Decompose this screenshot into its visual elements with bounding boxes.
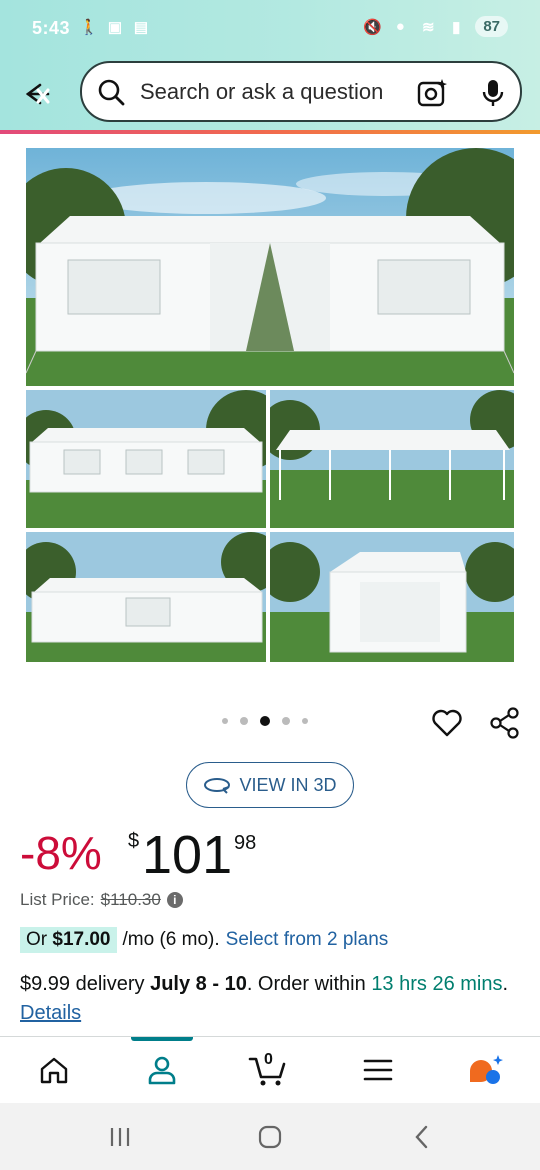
header: 5:43 🚶 ▣ ▤ 🔇 ● ≋ ▮ 87 Search or ask a qu… [0,0,540,132]
status-bar: 5:43 🚶 ▣ ▤ 🔇 ● ≋ ▮ 87 [0,0,540,58]
recent-apps-button[interactable] [100,1121,140,1153]
battery-level: 87 [475,16,508,37]
price-currency: $ [128,830,140,852]
monthly-or: Or [26,929,48,950]
monthly-term: /mo (6 mo). [122,929,220,950]
list-price: List Price: $110.30 i [20,890,183,910]
delivery-period: . [502,973,509,995]
delivery-time-left: 13 hrs 26 mins [371,973,503,995]
cart-count: 0 [264,1051,273,1068]
product-image-thumb-2[interactable] [270,390,514,528]
list-price-value: $110.30 [100,890,161,909]
heart-icon[interactable] [430,706,464,740]
nav-cart[interactable]: 0 [233,1037,303,1103]
menu-icon [363,1059,393,1081]
carousel-dot[interactable] [282,717,290,725]
search-input[interactable]: Search or ask a question [140,79,383,105]
product-image-thumb-1[interactable] [26,390,266,528]
nav-home[interactable] [19,1037,89,1103]
rotate-3d-icon [204,778,231,794]
carousel-dot[interactable] [240,717,248,725]
info-icon[interactable]: i [166,892,183,908]
carousel-dots[interactable] [222,716,308,726]
nav-menu[interactable] [343,1037,413,1103]
carousel-dot[interactable] [302,718,308,724]
price-fraction: 98 [234,832,257,854]
delivery-details-link[interactable]: Details [20,1002,81,1024]
delivery-dates: July 8 - 10 [150,973,247,995]
product-image-thumb-4[interactable] [270,532,514,662]
discount-percent: -8% [20,827,102,879]
status-right-icons: 🔇 ● ≋ ▮ 87 [363,16,508,37]
carousel-dot-active[interactable] [260,716,270,726]
chevron-left-icon [415,1125,428,1149]
bottom-nav: 0 [0,1037,540,1103]
share-icon[interactable] [488,706,522,740]
search-icon [98,79,125,106]
home-system-button[interactable] [250,1121,290,1153]
view-in-3d-button[interactable]: VIEW IN 3D [186,762,354,808]
ai-assistant-icon [470,1055,503,1084]
monthly-payment: Or $17.00 /mo (6 mo). Select from 2 plan… [20,927,388,953]
home-icon [40,1057,68,1084]
monthly-amount: $17.00 [52,929,111,950]
nav-rufus[interactable] [451,1037,521,1103]
product-image-main[interactable] [26,148,514,386]
monthly-amount-chip: Or $17.00 [20,927,117,953]
user-icon [148,1056,176,1085]
walking-icon: 🚶 [79,19,99,36]
system-nav-bar [0,1103,540,1170]
back-arrow-icon [25,83,50,105]
home-circle-icon [258,1125,282,1149]
mute-icon: 🔇 [362,18,382,36]
price-whole: 101 [142,825,233,885]
delivery-order-within: . Order within [246,973,366,995]
list-price-label: List Price: [20,890,95,909]
carousel-dot[interactable] [222,718,228,724]
microphone-icon[interactable] [478,77,508,109]
header-accent-strip [0,130,540,134]
back-button[interactable] [14,72,58,116]
view-in-3d-label: VIEW IN 3D [239,774,337,795]
search-bar[interactable]: Search or ask a question [80,61,522,122]
delivery-price: $9.99 delivery [20,973,145,995]
location-icon: ● [395,18,405,35]
recent-apps-icon [110,1128,130,1146]
wifi-icon: ≋ [422,18,435,36]
product-image-gallery[interactable] [26,148,514,662]
nav-account[interactable] [127,1037,197,1103]
gallery-icon: ▣ [107,19,123,36]
delivery-info: $9.99 delivery July 8 - 10. Order within… [20,970,520,1028]
status-left-icons: 🚶 ▣ ▤ [80,18,150,36]
camera-search-icon[interactable] [416,77,448,109]
select-plans-link[interactable]: Select from 2 plans [226,929,389,951]
product-image-thumb-3[interactable] [26,532,266,662]
status-time: 5:43 [32,18,71,38]
back-system-button[interactable] [402,1121,442,1153]
signal-icon: ▮ [452,18,461,36]
message-icon: ▤ [133,19,149,36]
